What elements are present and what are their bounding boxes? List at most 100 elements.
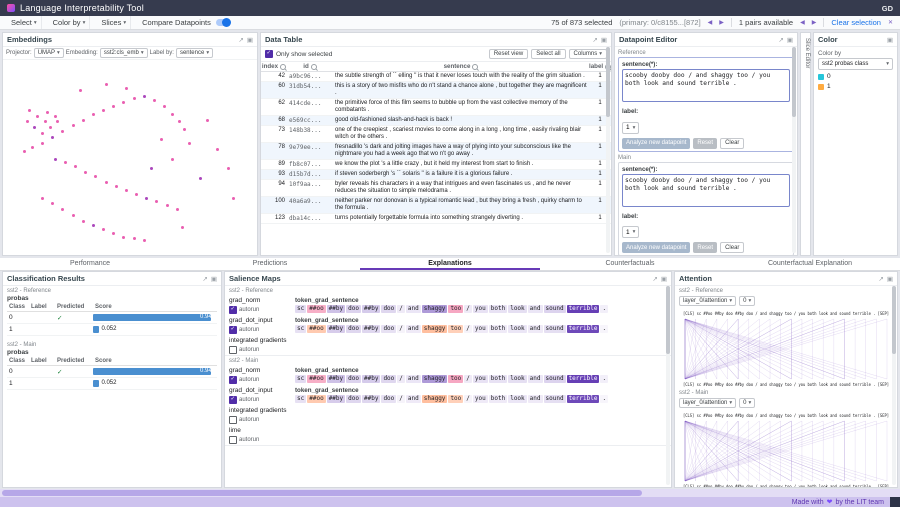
scrollbar-thumb[interactable] [2, 490, 642, 496]
salience-token[interactable]: doo [346, 325, 361, 333]
classification-row[interactable]: 10.052 [7, 378, 217, 390]
label-select[interactable]: 1▾ [622, 122, 639, 134]
salience-token[interactable]: sc [295, 395, 306, 403]
datapoint-dot[interactable] [115, 185, 118, 188]
classification-row[interactable]: 0✓0.948 [7, 312, 217, 324]
salience-token[interactable]: / [464, 305, 472, 313]
datapoint-dot[interactable] [54, 158, 57, 161]
salience-token[interactable]: and [528, 395, 543, 403]
datapoint-dot[interactable] [56, 120, 59, 123]
datapoint-dot[interactable] [92, 224, 95, 227]
salience-token[interactable]: ##oo [307, 395, 325, 403]
autorun-control[interactable]: autorun [229, 416, 295, 424]
salience-token[interactable]: ##by [327, 305, 345, 313]
salience-token[interactable]: too [448, 305, 463, 313]
salience-token[interactable]: ##oo [307, 375, 325, 383]
salience-token[interactable]: and [528, 305, 543, 313]
salience-token[interactable]: sound [544, 325, 566, 333]
head-select[interactable]: 0▾ [739, 398, 755, 408]
salience-token[interactable]: ##by [327, 395, 345, 403]
label-by-select[interactable]: sentence▾ [176, 48, 213, 58]
salience-token[interactable]: / [397, 395, 405, 403]
drag-handle-icon[interactable]: ≡ [448, 258, 453, 270]
reset-button[interactable]: Reset [693, 138, 717, 149]
datapoint-dot[interactable] [232, 197, 235, 200]
table-row[interactable]: 73148b38...one of the creepiest , scarie… [261, 126, 611, 143]
autorun-checkbox[interactable] [229, 436, 237, 444]
slice-editor-tab[interactable]: Slice Editor [800, 32, 811, 256]
table-row[interactable]: 68e569cc...good old-fashioned slash-and-… [261, 116, 611, 126]
salience-token[interactable]: both [489, 325, 507, 333]
datapoint-dot[interactable] [61, 208, 64, 211]
datapoint-dot[interactable] [160, 138, 163, 141]
embedding-scatter[interactable] [3, 60, 257, 255]
slices-menu[interactable]: Slices▾ [97, 16, 131, 29]
datapoint-dot[interactable] [51, 136, 54, 139]
search-icon[interactable] [280, 64, 286, 70]
datapoint-dot[interactable] [26, 120, 29, 123]
vertical-scrollbar[interactable] [666, 286, 670, 485]
datapoint-dot[interactable] [72, 124, 75, 127]
only-show-selected-checkbox[interactable] [265, 50, 273, 58]
salience-token[interactable]: / [464, 395, 472, 403]
datapoint-dot[interactable] [122, 101, 125, 104]
clear-button[interactable]: Clear [720, 242, 744, 253]
salience-token[interactable]: doo [346, 305, 361, 313]
salience-token[interactable]: too [448, 325, 463, 333]
popout-icon[interactable]: ↗ [202, 275, 207, 283]
datapoint-dot[interactable] [227, 167, 230, 170]
embedding-select[interactable]: sst2:cls_emb▾ [100, 48, 148, 58]
datapoint-dot[interactable] [163, 105, 166, 108]
datapoint-dot[interactable] [183, 128, 186, 131]
salience-token[interactable]: . [600, 325, 608, 333]
salience-token[interactable]: / [397, 375, 405, 383]
scrollbar-thumb[interactable] [892, 286, 896, 354]
table-row[interactable]: 123dba14c...turns potentially forgettabl… [261, 214, 611, 224]
datapoint-dot[interactable] [33, 126, 36, 129]
salience-token[interactable]: look [508, 305, 526, 313]
salience-token[interactable]: sc [295, 375, 306, 383]
datapoint-dot[interactable] [143, 239, 146, 242]
analyze-new-datapoint-button[interactable]: Analyze new datapoint [622, 242, 690, 253]
datapoint-dot[interactable] [82, 119, 85, 122]
salience-token[interactable]: sc [295, 325, 306, 333]
table-row[interactable]: 9410f9aa...byler reveals his characters … [261, 180, 611, 197]
reset-button[interactable]: Reset [693, 242, 717, 253]
autorun-control[interactable]: autorun [229, 326, 295, 334]
datapoint-dot[interactable] [82, 220, 85, 223]
salience-token[interactable]: you [473, 375, 488, 383]
datapoint-dot[interactable] [64, 161, 67, 164]
classification-row[interactable]: 0✓0.948 [7, 366, 217, 378]
salience-token[interactable]: ##by [362, 375, 380, 383]
salience-token[interactable]: too [448, 395, 463, 403]
datapoint-dot[interactable] [188, 142, 191, 145]
salience-token[interactable]: ##oo [307, 305, 325, 313]
salience-token[interactable]: both [489, 375, 507, 383]
datapoint-dot[interactable] [133, 237, 136, 240]
maximize-icon[interactable]: ▣ [601, 36, 607, 44]
salience-token[interactable]: and [406, 395, 421, 403]
salience-token[interactable]: too [448, 375, 463, 383]
datapoint-dot[interactable] [133, 97, 136, 100]
table-row[interactable]: 789e79ee...fresnadillo 's dark and jolti… [261, 143, 611, 160]
salience-token[interactable]: both [489, 305, 507, 313]
datapoint-dot[interactable] [94, 175, 97, 178]
datapoint-dot[interactable] [44, 120, 47, 123]
vertical-scrollbar[interactable] [606, 47, 610, 253]
salience-token[interactable]: ##by [362, 325, 380, 333]
datapoint-dot[interactable] [150, 167, 153, 170]
datapoint-dot[interactable] [31, 146, 34, 149]
salience-token[interactable]: . [600, 375, 608, 383]
datapoint-dot[interactable] [105, 181, 108, 184]
salience-token[interactable]: look [508, 395, 526, 403]
datapoint-dot[interactable] [122, 236, 125, 239]
salience-token[interactable]: terrible [567, 375, 600, 383]
autorun-checkbox[interactable] [229, 416, 237, 424]
salience-token[interactable]: . [600, 305, 608, 313]
datapoint-dot[interactable] [153, 99, 156, 102]
datapoint-dot[interactable] [112, 105, 115, 108]
autorun-checkbox[interactable] [229, 396, 237, 404]
analyze-new-datapoint-button[interactable]: Analyze new datapoint [622, 138, 690, 149]
datapoint-dot[interactable] [105, 83, 108, 86]
salience-token[interactable]: / [397, 305, 405, 313]
